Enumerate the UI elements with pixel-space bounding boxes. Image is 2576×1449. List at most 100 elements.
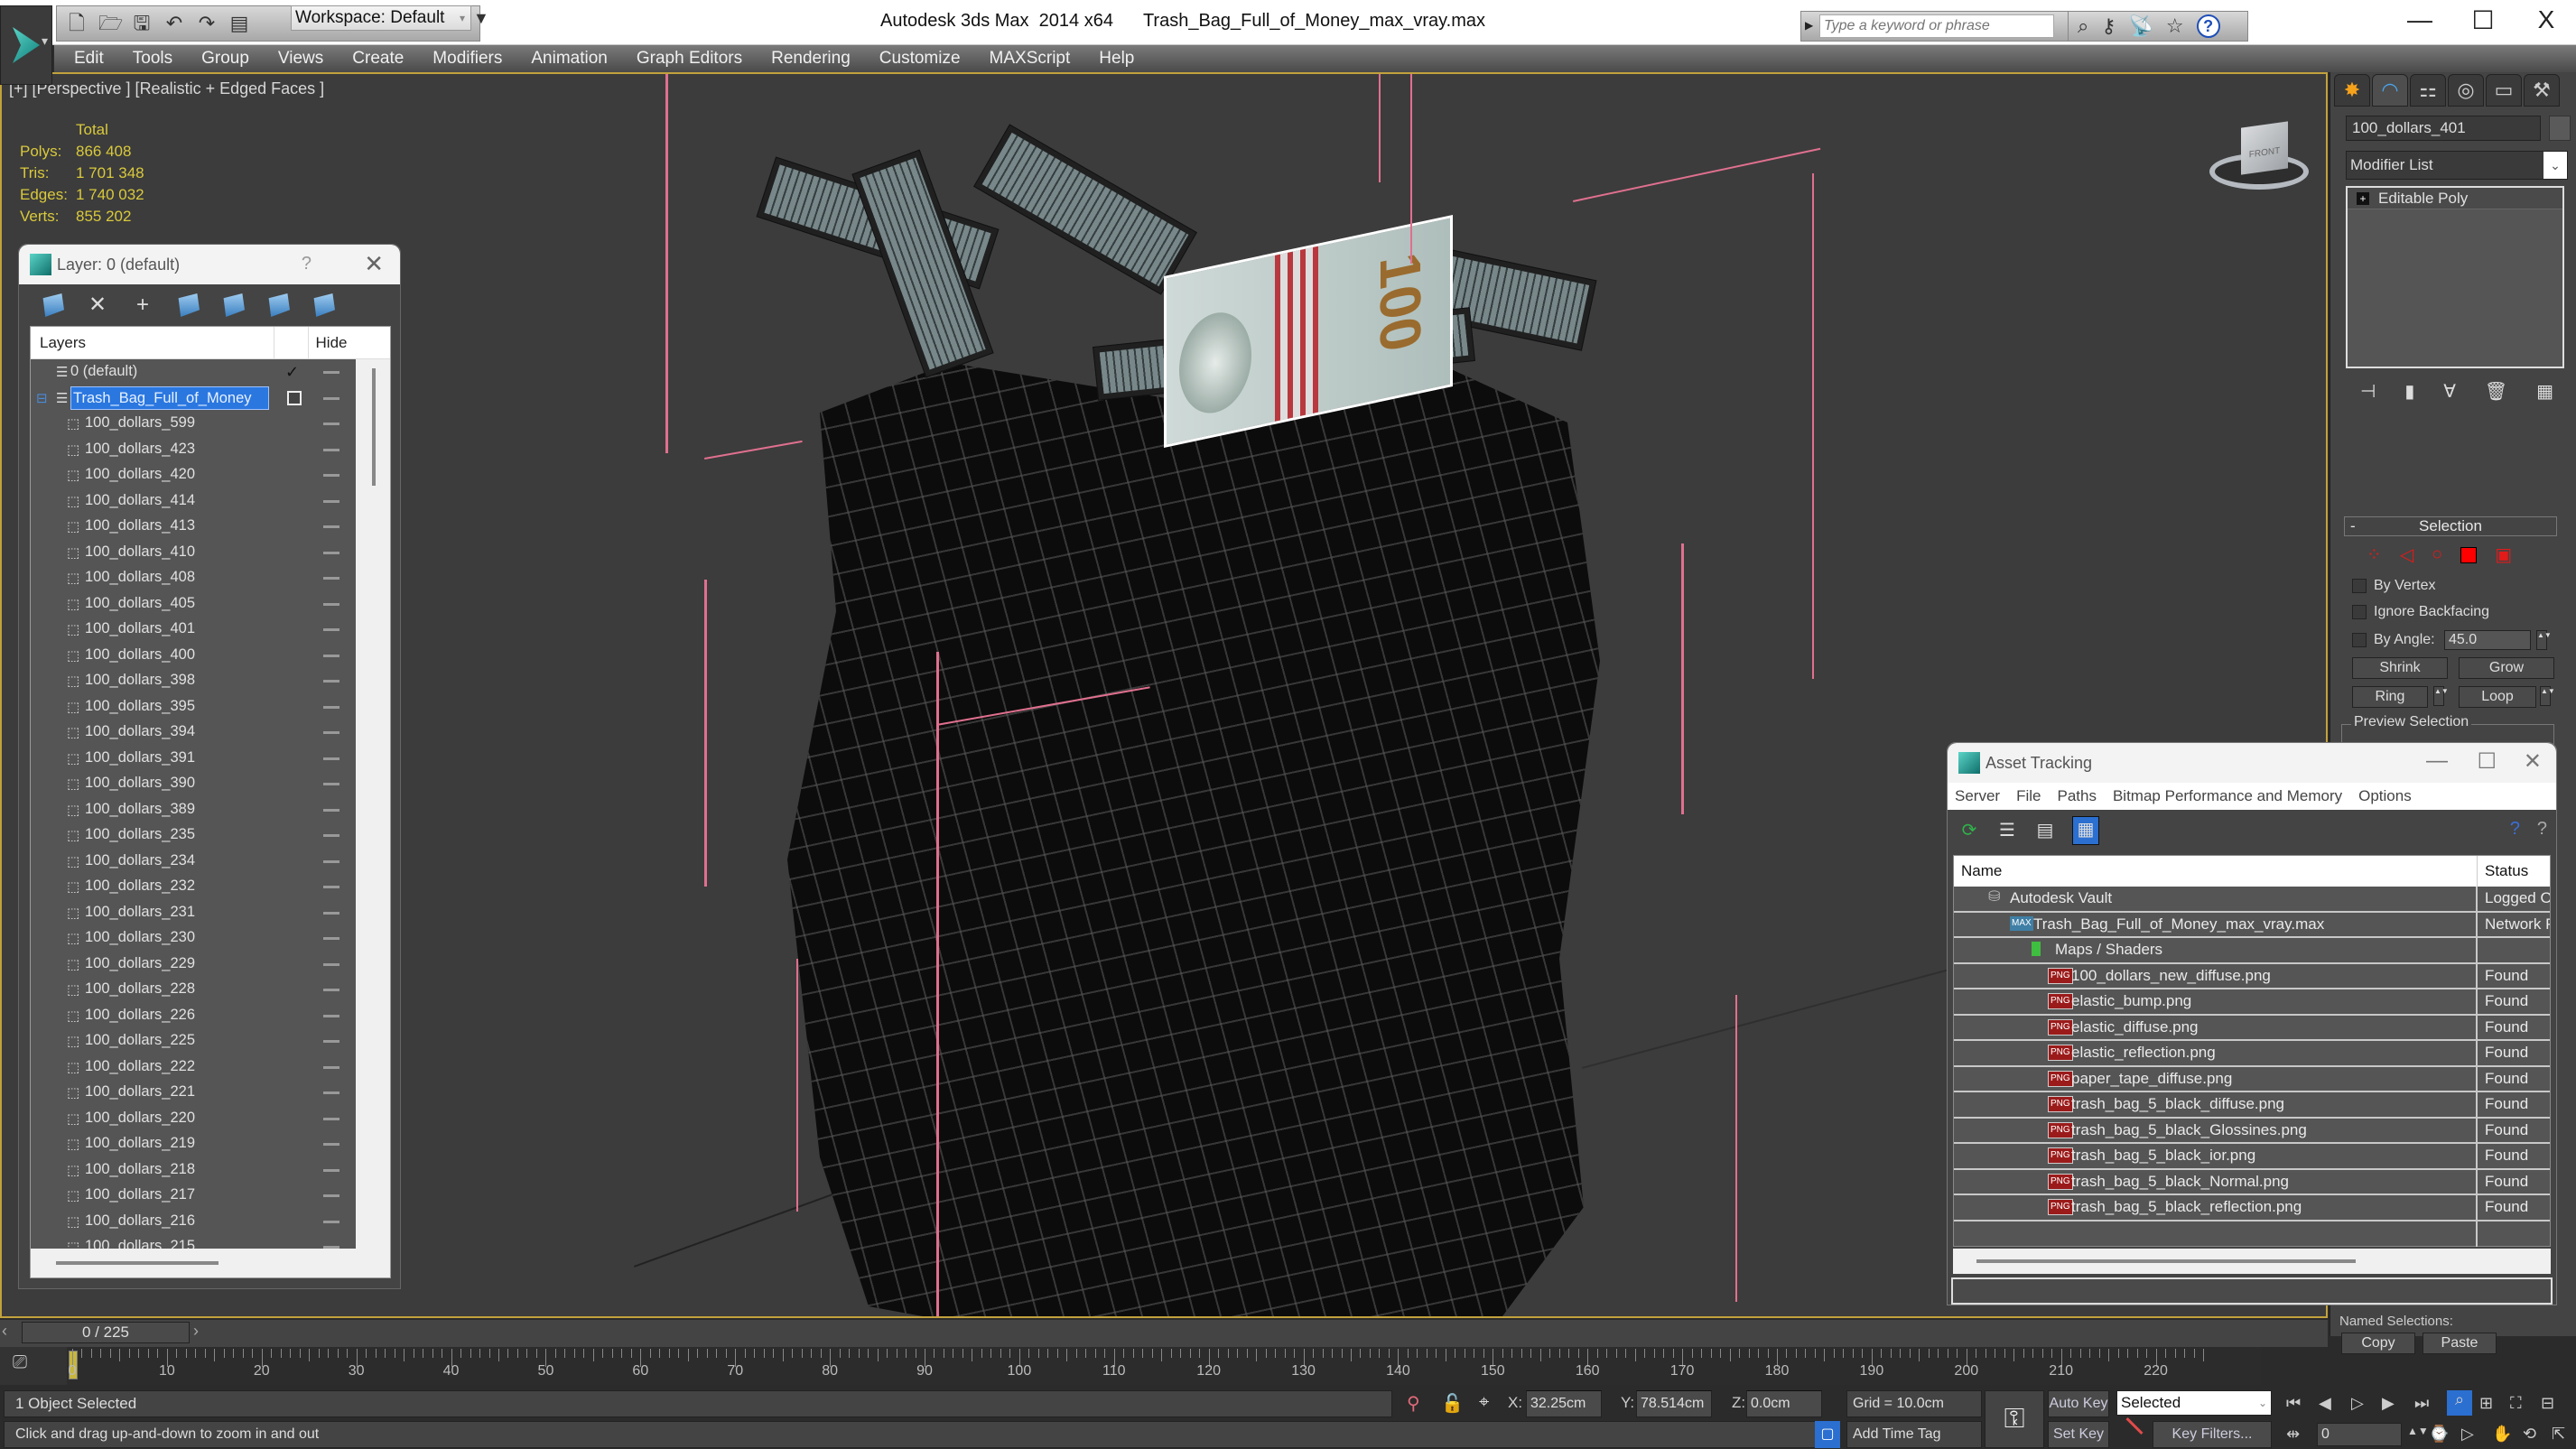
menu-tools[interactable]: Tools <box>118 45 187 72</box>
layer-object-row[interactable]: ⬚ 100_dollars_235 <box>31 822 356 849</box>
play-icon[interactable]: ▷ <box>2351 1394 2364 1413</box>
layer-object-row[interactable]: ⬚ 100_dollars_391 <box>31 746 356 772</box>
by-angle-checkbox[interactable] <box>2352 633 2367 647</box>
hide-toggle[interactable] <box>323 371 339 374</box>
add-to-layer-icon[interactable]: + <box>131 293 154 317</box>
hide-toggle[interactable] <box>323 705 339 709</box>
layer-object-row[interactable]: ⬚ 100_dollars_216 <box>31 1209 356 1235</box>
hide-toggle[interactable] <box>323 911 339 915</box>
layer-object-row[interactable]: ⬚ 100_dollars_398 <box>31 668 356 694</box>
expand-arrow-icon[interactable]: ▶ <box>1805 19 1813 32</box>
project-folder-icon[interactable]: ▤ <box>228 12 250 35</box>
hide-toggle[interactable] <box>323 937 339 940</box>
pan-view-icon[interactable]: ✋ <box>2492 1425 2512 1444</box>
save-file-icon[interactable]: 🖫 <box>131 12 153 35</box>
make-unique-icon[interactable]: ∀ <box>2443 380 2456 403</box>
ignore-backfacing-option[interactable]: Ignore Backfacing <box>2352 604 2489 620</box>
menu-file[interactable]: File <box>2016 787 2041 805</box>
hide-toggle[interactable] <box>323 577 339 580</box>
trash-bag-mesh[interactable] <box>787 363 1600 1316</box>
selection-rollout-header[interactable]: - Selection <box>2344 516 2557 536</box>
maximize-button[interactable]: ☐ <box>2465 5 2501 35</box>
layer-object-row[interactable]: ⬚ 100_dollars_400 <box>31 643 356 669</box>
column-current[interactable] <box>274 327 309 358</box>
vertex-icon[interactable]: ⁘ <box>2367 543 2382 566</box>
redo-icon[interactable]: ↷ <box>196 12 218 35</box>
set-key-button[interactable]: Set Key <box>2048 1421 2109 1448</box>
asset-row[interactable]: PNG trash_bag_5_black_diffuse.png Found <box>1954 1092 2550 1119</box>
delete-layer-icon[interactable]: ✕ <box>86 293 109 317</box>
zoom-all-icon[interactable]: ⊞ <box>2479 1394 2493 1413</box>
previous-frame-button[interactable]: ‹ <box>2 1322 18 1343</box>
minimize-button[interactable]: — <box>2426 748 2448 774</box>
asset-row[interactable]: MAX Trash_Bag_Full_of_Money_max_vray.max N… <box>1954 912 2550 938</box>
key-mode-dropdown[interactable]: Selected ⌄ <box>2116 1390 2272 1416</box>
previous-frame-icon[interactable]: ◀ <box>2319 1394 2331 1413</box>
freeze-unfreeze-all-icon[interactable] <box>313 293 335 317</box>
angle-input[interactable]: 45.0 <box>2444 630 2531 650</box>
copy-button[interactable]: Copy <box>2341 1333 2415 1354</box>
menu-graph-editors[interactable]: Graph Editors <box>622 45 757 72</box>
menu-server[interactable]: Server <box>1955 787 2000 805</box>
layer-object-row[interactable]: ⬚ 100_dollars_405 <box>31 591 356 618</box>
modify-tab-icon[interactable]: ◠ <box>2372 74 2408 107</box>
binoculars-icon[interactable]: ⌕ <box>2078 14 2088 38</box>
layer-object-row[interactable]: ⬚ 100_dollars_226 <box>31 1003 356 1029</box>
asset-row[interactable]: PNG 100_dollars_new_diffuse.png Found <box>1954 963 2550 989</box>
layer-object-row[interactable]: ⬚ 100_dollars_394 <box>31 720 356 746</box>
auto-key-button[interactable]: Auto Key <box>2048 1390 2109 1417</box>
key-filters-button[interactable]: Key Filters... <box>2153 1421 2272 1448</box>
hide-toggle[interactable] <box>323 448 339 451</box>
layer-object-row[interactable]: ⬚ 100_dollars_234 <box>31 849 356 875</box>
go-to-start-icon[interactable]: ⏮ <box>2286 1394 2301 1413</box>
layer-object-row[interactable]: ⬚ 100_dollars_221 <box>31 1080 356 1106</box>
border-icon[interactable]: ○ <box>2432 544 2442 565</box>
highlight-selected-layers-icon[interactable] <box>223 293 245 317</box>
by-vertex-checkbox[interactable] <box>2352 579 2367 593</box>
hide-toggle[interactable] <box>323 1117 339 1120</box>
menu-animation[interactable]: Animation <box>516 45 622 72</box>
element-icon[interactable]: ▣ <box>2495 543 2512 566</box>
asset-row[interactable]: PNG elastic_bump.png Found <box>1954 989 2550 1016</box>
layer-object-row[interactable]: ⬚ 100_dollars_420 <box>31 462 356 488</box>
close-button[interactable]: X <box>2528 5 2564 34</box>
help-icon[interactable]: ? <box>302 254 312 274</box>
asset-row[interactable]: ▮ Maps / Shaders <box>1954 938 2550 964</box>
menu-help[interactable]: Help <box>1084 45 1149 72</box>
loop-button[interactable]: Loop <box>2459 686 2536 708</box>
money-stack[interactable] <box>973 124 1197 295</box>
edge-icon[interactable]: ◁ <box>2400 543 2413 566</box>
y-coordinate-field[interactable]: 78.514cm <box>1636 1390 1712 1417</box>
layer-object-row[interactable]: ⬚ 100_dollars_395 <box>31 694 356 720</box>
object-color-swatch[interactable] <box>2549 116 2571 141</box>
ring-button[interactable]: Ring <box>2352 686 2428 708</box>
list-view-icon[interactable]: ☰ <box>1996 818 2018 843</box>
key-icon[interactable]: ⚷ <box>2101 14 2116 38</box>
paste-button[interactable]: Paste <box>2423 1333 2497 1354</box>
menu-paths[interactable]: Paths <box>2057 787 2096 805</box>
customize-toolbar-icon[interactable]: ▼ <box>473 9 489 28</box>
asset-row[interactable]: PNG trash_bag_5_black_reflection.png Found <box>1954 1195 2550 1221</box>
layer-dialog-titlebar[interactable]: Layer: 0 (default) ? ✕ <box>19 245 400 284</box>
default-in-out-tangent-icon[interactable] <box>2125 1416 2144 1435</box>
layer-object-row[interactable]: ⬚ 100_dollars_232 <box>31 874 356 900</box>
search-input[interactable] <box>1819 14 2054 38</box>
layer-object-row[interactable]: ⬚ 100_dollars_410 <box>31 540 356 566</box>
pin-stack-icon[interactable]: ⊣ <box>2360 380 2376 403</box>
viewcube[interactable]: FRONT <box>2205 117 2313 190</box>
column-status[interactable]: Status <box>2478 856 2528 887</box>
layer-object-row[interactable]: ⬚ 100_dollars_401 <box>31 617 356 643</box>
viewcube-cube[interactable]: FRONT <box>2241 121 2288 175</box>
column-hide[interactable]: Hide <box>309 334 354 352</box>
lock-selection-icon[interactable]: 🔓 <box>1441 1392 1464 1415</box>
horizontal-scrollbar[interactable] <box>1953 1249 2551 1274</box>
menu-modifiers[interactable]: Modifiers <box>418 45 516 72</box>
hide-toggle[interactable] <box>323 602 339 606</box>
asset-row[interactable]: PNG trash_bag_5_black_Normal.png Found <box>1954 1169 2550 1195</box>
current-layer-checkbox[interactable] <box>287 390 302 405</box>
layer-object-row[interactable]: ⬚ 100_dollars_225 <box>31 1028 356 1054</box>
collapse-icon[interactable]: ⊟ <box>36 390 48 406</box>
z-coordinate-field[interactable]: 0.0cm <box>1746 1390 1822 1417</box>
hide-toggle[interactable] <box>323 680 339 683</box>
modifier-list-dropdown[interactable]: Modifier List ⌄ <box>2346 151 2568 180</box>
